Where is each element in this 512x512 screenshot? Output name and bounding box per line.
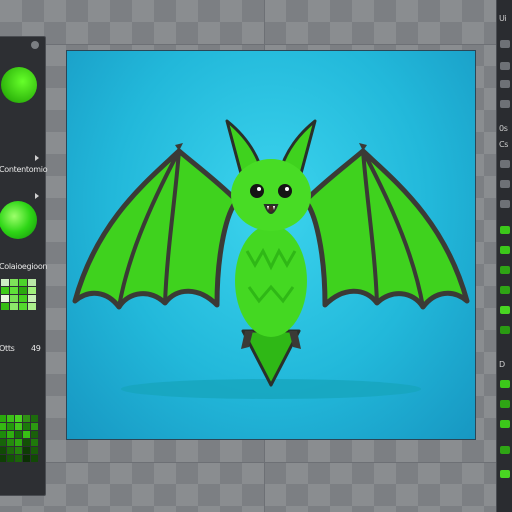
green-swatch-icon[interactable]	[500, 246, 510, 254]
green-swatch-icon[interactable]	[500, 380, 510, 388]
green-swatch-icon[interactable]	[500, 286, 510, 294]
panel-header: Ui	[499, 14, 507, 23]
right-eye	[278, 184, 292, 198]
green-swatch-icon[interactable]	[500, 226, 510, 234]
tail-membrane	[241, 329, 301, 387]
guide-line	[0, 462, 512, 463]
green-swatch-icon[interactable]	[500, 326, 510, 334]
tools-panel: Ui 0s Cs D	[496, 0, 512, 512]
left-eye	[250, 184, 264, 198]
green-swatch-icon[interactable]	[500, 446, 510, 454]
tool-icon[interactable]	[500, 62, 510, 70]
expand-arrow-icon[interactable]	[35, 193, 39, 199]
bat-body	[235, 225, 307, 337]
right-wing	[302, 148, 470, 310]
value-readout[interactable]: 49	[31, 344, 41, 353]
value-label: Otts	[0, 344, 15, 353]
guide-line	[0, 44, 512, 45]
tool-icon[interactable]	[500, 180, 510, 188]
tool-icon[interactable]	[500, 100, 510, 108]
primary-color-swatch[interactable]	[1, 67, 37, 103]
green-swatch-icon[interactable]	[500, 400, 510, 408]
expand-arrow-icon[interactable]	[35, 155, 39, 161]
bat-illustration	[72, 119, 470, 399]
green-swatch-icon[interactable]	[500, 306, 510, 314]
tool-label: D	[499, 360, 505, 369]
color-label: Colaioegioon	[0, 262, 48, 271]
secondary-color-swatch[interactable]	[0, 201, 37, 239]
swatch-palette[interactable]	[1, 279, 36, 310]
color-panel: Contentomio Colaioegioon Otts 49	[0, 36, 48, 496]
tool-label: Cs	[499, 140, 509, 149]
tool-icon[interactable]	[500, 40, 510, 48]
green-swatch-icon[interactable]	[500, 420, 510, 428]
tool-icon[interactable]	[500, 160, 510, 168]
tool-icon[interactable]	[500, 200, 510, 208]
panel-collapse-icon[interactable]	[31, 41, 39, 49]
bat-head	[231, 159, 311, 231]
green-swatch-icon[interactable]	[500, 266, 510, 274]
green-swatch-icon[interactable]	[500, 470, 510, 478]
left-wing	[72, 148, 240, 310]
tool-icon[interactable]	[500, 80, 510, 88]
art-canvas[interactable]	[66, 50, 476, 440]
shade-grid[interactable]	[0, 415, 38, 462]
tool-label: 0s	[499, 124, 508, 133]
color-label: Contentomio	[0, 165, 48, 174]
